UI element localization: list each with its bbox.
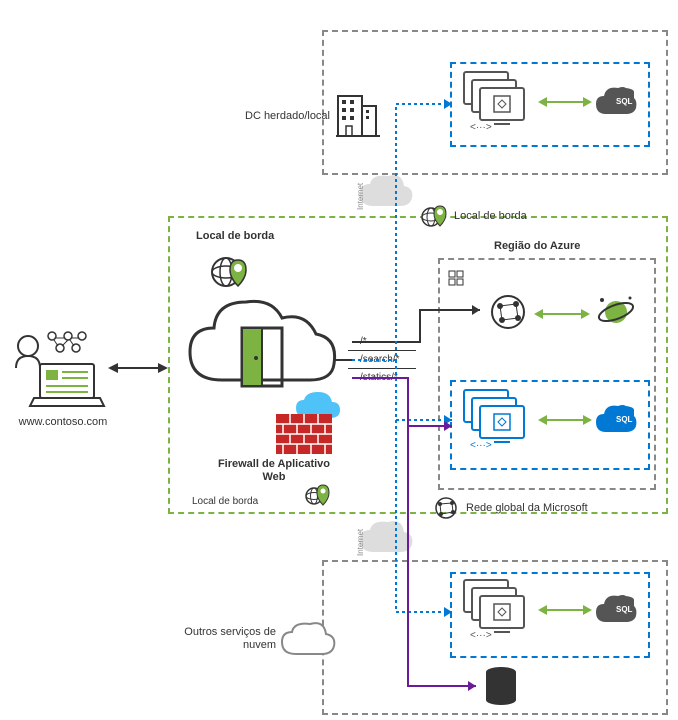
svg-text:SQL: SQL [616,415,633,424]
svg-text:<···>: <···> [470,122,492,133]
svg-text:SQL: SQL [616,605,633,614]
other-cloud-label: Outros serviços de nuvem [166,626,276,652]
other-cloud-icon [280,622,338,660]
internet-cloud-bottom-icon [358,518,416,558]
route-search-label: /search/* [360,354,399,365]
internet-cloud-top-icon [358,172,416,212]
building-icon [336,86,380,140]
vm-stack-bottom-icon: <···> [462,578,532,640]
user-cloud-arrow [108,358,168,378]
dc-legacy-label: DC herdado/local [200,110,330,122]
edge-label-top: Local de borda [454,210,527,222]
edge-label-left: Local de borda [196,230,274,242]
globe-cosmos-arrow [534,306,590,322]
svg-text:<···>: <···> [470,630,492,641]
edge-globe-top-icon [420,200,450,230]
vm-sql-arrow-top [538,94,592,110]
aks-small-icon [448,270,464,286]
database-cylinder-icon [484,666,518,706]
edge-globe-left-icon [210,248,254,292]
sql-db-azure-icon: SQL [596,400,638,440]
ms-network-icon [432,494,460,522]
route-divider-1 [348,350,416,351]
edge-label-bottom: Local de borda [192,496,258,507]
cosmos-db-icon [596,292,636,332]
url-label: www.contoso.com [8,416,118,428]
vm-stack-top-icon: <···> [462,70,532,132]
route-statics-label: /statics/* [360,372,398,383]
route-all-label: /* [360,336,367,347]
svg-text:<···>: <···> [470,440,492,451]
firewall-bricks-icon [276,414,332,454]
network-globe-icon [488,292,528,332]
route-divider-2 [348,368,416,369]
users-icon [10,328,106,408]
waf-label: Firewall de Aplicativo Web [214,458,334,484]
svg-text:SQL: SQL [616,97,633,106]
internet-label-bottom: Internet [356,529,365,556]
vm-sql-arrow-bottom [538,602,592,618]
sql-db-bottom-icon: SQL [596,590,638,630]
internet-label-top: Internet [356,183,365,210]
vm-sql-arrow-azure [538,412,592,428]
vm-stack-azure-icon: <···> [462,388,532,450]
ms-network-label: Rede global da Microsoft [466,502,588,514]
sql-db-top-icon: SQL [596,82,638,122]
azure-region-label: Região do Azure [494,240,580,252]
